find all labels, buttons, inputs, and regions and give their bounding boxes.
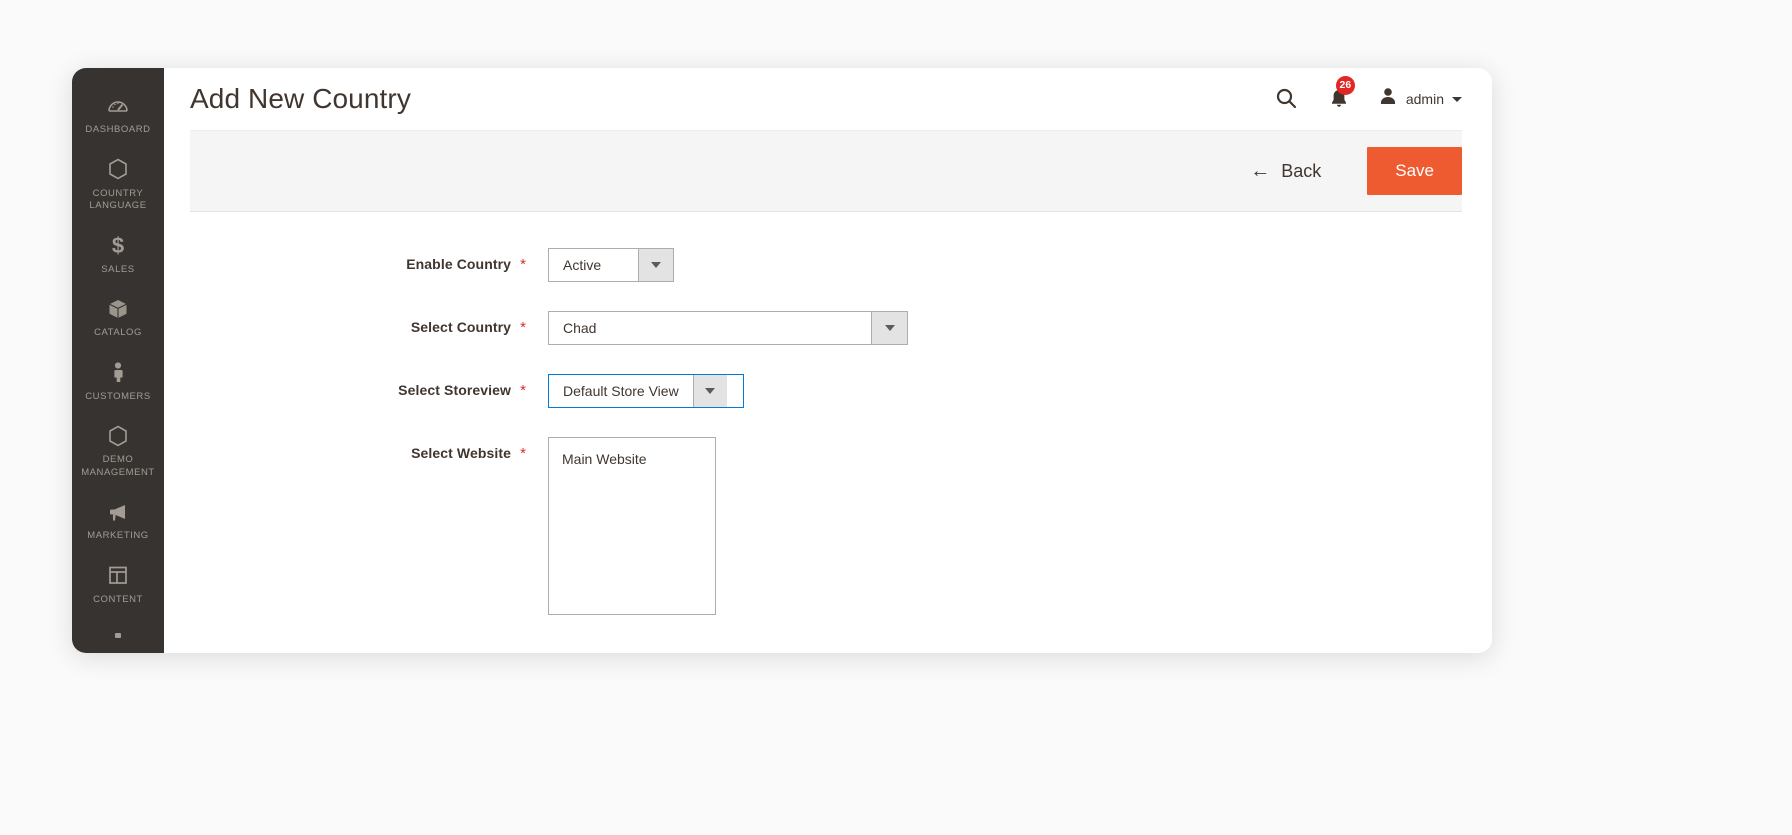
- megaphone-icon: [76, 499, 160, 525]
- select-storeview-select[interactable]: Default Store View: [548, 374, 744, 408]
- select-website-multiselect[interactable]: Main Website: [548, 437, 716, 615]
- main-content: Add New Country 26 admin ← Back Save Ena…: [164, 68, 1492, 653]
- arrow-left-icon: ←: [1250, 160, 1271, 182]
- sidebar-item-label: COUNTRY LANGUAGE: [89, 187, 147, 212]
- select-country-value: Chad: [563, 320, 597, 336]
- dollar-sign-icon: $: [76, 233, 160, 259]
- back-button-label: Back: [1281, 160, 1322, 181]
- field-label-text: Enable Country: [406, 256, 512, 272]
- enable-country-label: Enable Country *: [190, 248, 526, 273]
- chevron-down-icon[interactable]: [692, 375, 727, 407]
- select-storeview-control: Default Store View: [548, 374, 744, 408]
- sidebar-item-catalog[interactable]: CATALOG: [72, 287, 164, 351]
- user-avatar-icon: [1378, 86, 1398, 113]
- list-item[interactable]: Main Website: [549, 448, 715, 470]
- header-actions: 26 admin: [1272, 75, 1462, 115]
- hexagon-icon: [76, 423, 160, 449]
- sidebar-item-label: SALES: [101, 263, 135, 275]
- select-website-label: Select Website *: [190, 437, 526, 462]
- search-icon: [1274, 86, 1298, 113]
- form-row-enable-country: Enable Country * Active: [190, 248, 1462, 282]
- required-marker: *: [520, 445, 526, 462]
- sidebar-item-label: CATALOG: [94, 327, 142, 338]
- page-title: Add New Country: [190, 83, 411, 114]
- back-button[interactable]: ← Back: [1238, 153, 1333, 190]
- select-storeview-label: Select Storeview *: [190, 374, 526, 399]
- sidebar-item-country-language[interactable]: COUNTRY LANGUAGE: [72, 148, 164, 224]
- hexagon-icon: [76, 157, 160, 183]
- save-button[interactable]: Save: [1367, 147, 1462, 195]
- select-storeview-value: Default Store View: [563, 383, 679, 399]
- chevron-down-icon[interactable]: [871, 312, 907, 344]
- dashboard-gauge-icon: [76, 93, 160, 119]
- field-label-text: Select Website: [411, 445, 512, 461]
- search-button[interactable]: [1272, 84, 1300, 115]
- form-row-select-website: Select Website * Main Website: [190, 437, 1462, 615]
- box-icon: [76, 296, 160, 322]
- account-name: admin: [1405, 91, 1444, 107]
- select-country-control: Chad: [548, 311, 908, 345]
- person-icon: [76, 360, 160, 386]
- field-label-text: Select Country: [410, 319, 512, 335]
- enable-country-value: Active: [563, 257, 602, 273]
- notifications-button[interactable]: 26: [1326, 75, 1355, 115]
- sidebar-nav: DASHBOARD COUNTRY LANGUAGE $ SALES CATAL…: [72, 68, 164, 653]
- sidebar-item-label: CUSTOMERS: [85, 390, 151, 402]
- select-website-control: Main Website: [548, 437, 716, 615]
- sidebar-item-label: DEMO MANAGEMENT: [81, 454, 155, 478]
- sidebar-item-content[interactable]: CONTENT: [72, 554, 164, 618]
- chevron-down-icon[interactable]: [637, 249, 673, 281]
- enable-country-select[interactable]: Active: [548, 248, 674, 282]
- sidebar-item-marketing[interactable]: MARKETING: [72, 490, 164, 554]
- page-header: Add New Country 26 admin: [164, 68, 1492, 130]
- admin-window: DASHBOARD COUNTRY LANGUAGE $ SALES CATAL…: [72, 68, 1492, 653]
- sidebar-item-dashboard[interactable]: DASHBOARD: [72, 84, 164, 148]
- sidebar-item-customers[interactable]: CUSTOMERS: [72, 351, 164, 415]
- select-country-select[interactable]: Chad: [548, 311, 908, 345]
- form-row-select-storeview: Select Storeview * Default Store View: [190, 374, 1462, 408]
- required-marker: *: [520, 319, 526, 336]
- sidebar-item-label: CONTENT: [93, 593, 143, 605]
- chevron-down-icon: [1452, 96, 1462, 102]
- sidebar-item-label: MARKETING: [87, 530, 149, 541]
- partial-icon: [76, 626, 160, 652]
- enable-country-control: Active: [548, 248, 674, 282]
- required-marker: *: [520, 256, 526, 273]
- sidebar-item-label: DASHBOARD: [85, 124, 151, 135]
- form-row-select-country: Select Country * Chad: [190, 311, 1462, 345]
- layout-panels-icon: [76, 563, 160, 589]
- svg-text:$: $: [112, 233, 124, 257]
- notifications-badge: 26: [1335, 75, 1355, 95]
- add-country-form: Enable Country * Active Select Country * C…: [164, 212, 1492, 615]
- required-marker: *: [520, 382, 526, 399]
- sidebar-item-demo-management[interactable]: DEMO MANAGEMENT: [72, 414, 164, 490]
- page-actions-toolbar: ← Back Save: [190, 130, 1462, 212]
- account-menu[interactable]: admin: [1378, 86, 1462, 113]
- sidebar-item-partial[interactable]: [72, 617, 164, 653]
- field-label-text: Select Storeview: [398, 382, 512, 398]
- select-country-label: Select Country *: [190, 311, 526, 336]
- sidebar-item-sales[interactable]: $ SALES: [72, 224, 164, 288]
